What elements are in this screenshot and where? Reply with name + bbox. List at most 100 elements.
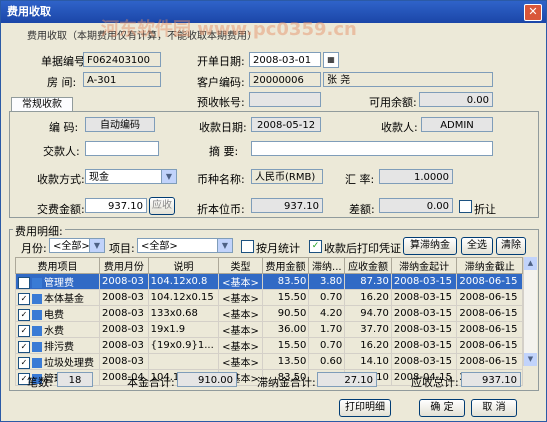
table-cell: 14.10 — [344, 353, 392, 370]
rate-label: 汇 率: — [345, 173, 375, 186]
open-date-picker[interactable]: 2008-03-01 — [249, 52, 321, 67]
memo-label: 摘 要: — [209, 145, 239, 158]
table-row[interactable]: ✓ 垃圾处理费 2008-03 <基本> 13.50 0.60 14.10 2008-03-1… — [14, 353, 523, 370]
table-cell: 0.60 — [308, 353, 346, 370]
table-cell: 19x1.9 — [147, 321, 220, 338]
table-cell: ✓ 垃圾处理费 — [14, 353, 101, 370]
table-cell: 16.20 — [344, 289, 392, 306]
prepay-label: 预收帐号: — [197, 96, 245, 109]
total-field: 937.10 — [461, 372, 521, 387]
table-cell: 2008-03 — [99, 289, 149, 306]
table-cell: 87.30 — [344, 273, 392, 290]
by-month-checkbox[interactable] — [241, 240, 254, 253]
print-after-checkbox[interactable]: ✓ — [309, 240, 322, 253]
select-all-button[interactable]: 全选 — [461, 237, 493, 255]
table-row[interactable]: ✓ 电费 2008-03 133x0.68 <基本> 90.50 4.20 94.70 2008… — [14, 305, 523, 322]
calc-late-fee-button[interactable]: 算滞纳金 — [403, 237, 457, 255]
balance-label: 可用余额: — [369, 96, 417, 109]
column-header[interactable]: 费用月份 — [99, 257, 149, 274]
recv-date-field: 2008-05-12 — [251, 117, 321, 132]
month-select[interactable]: <全部> ▼ — [49, 238, 105, 253]
column-header[interactable]: 滞纳金截止 — [456, 257, 523, 274]
item-label: 项目: — [109, 242, 135, 255]
clear-button[interactable]: 清除 — [496, 237, 526, 255]
table-cell: 83.50 — [261, 273, 310, 290]
row-checkbox[interactable]: ✓ — [18, 357, 30, 369]
column-header[interactable]: 费用项目 — [14, 257, 101, 274]
month-value: <全部> — [53, 241, 90, 252]
scroll-up-icon[interactable]: ▲ — [524, 257, 537, 270]
receiver-label: 收款人: — [381, 121, 418, 134]
client-name-field: 张 尧 — [323, 72, 493, 87]
memo-input[interactable] — [251, 141, 493, 156]
table-cell: 16.20 — [344, 337, 392, 354]
pay-amount-input[interactable]: 937.10 — [85, 198, 147, 213]
column-header[interactable]: 应收金额 — [344, 257, 392, 274]
item-select[interactable]: <全部> ▼ — [137, 238, 233, 253]
scroll-down-icon[interactable]: ▼ — [524, 353, 537, 366]
receivable-button[interactable]: 应收 — [149, 197, 175, 215]
fee-item-name: 水费 — [44, 326, 64, 337]
room-label: 房 间: — [47, 76, 77, 89]
column-header[interactable]: 费用金额 — [261, 257, 310, 274]
tab-normal-payment[interactable]: 常规收款 — [11, 97, 73, 112]
table-cell: 2008-03 — [99, 273, 149, 290]
month-label: 月份: — [21, 242, 47, 255]
ok-button[interactable]: 确 定 — [419, 399, 465, 417]
method-select[interactable]: 现金 ▼ — [85, 169, 177, 184]
table-cell: <基本> — [218, 321, 263, 338]
table-cell — [147, 353, 220, 370]
table-cell: <基本> — [218, 337, 263, 354]
payer-input[interactable] — [85, 141, 159, 156]
discount-checkbox[interactable] — [459, 200, 472, 213]
local-amount-field: 937.10 — [251, 198, 323, 213]
table-cell: 2008-03-15 — [390, 321, 458, 338]
table-cell: <基本> — [218, 353, 263, 370]
row-checkbox[interactable]: ✓ — [18, 325, 30, 337]
room-field: A-301 — [83, 72, 161, 87]
client-code-field: 20000006 — [249, 72, 321, 87]
total-label: 应收总计: — [411, 376, 459, 389]
fee-item-icon — [32, 342, 42, 352]
fee-item-name: 排污费 — [44, 342, 74, 353]
table-row[interactable]: ✓ 排污费 2008-03 {19x0.9}1... <基本> 15.50 0.70 16.2… — [14, 337, 523, 354]
bill-no-field: F062403100 — [83, 52, 161, 67]
column-header[interactable]: 滞纳... — [308, 257, 346, 274]
calendar-icon[interactable]: ▦ — [323, 52, 339, 68]
table-cell: 90.50 — [261, 305, 310, 322]
table-cell: 2008-03-15 — [390, 337, 458, 354]
table-row[interactable]: ✓ 水费 2008-03 19x1.9 <基本> 36.00 1.70 37.70 2008-0… — [14, 321, 523, 338]
recv-date-label: 收款日期: — [199, 121, 247, 134]
table-scrollbar[interactable]: ▲ ▼ — [523, 257, 537, 366]
row-checkbox[interactable]: ✓ — [18, 277, 30, 289]
cancel-button[interactable]: 取 消 — [471, 399, 517, 417]
table-cell: 2008-03 — [99, 353, 149, 370]
table-cell: ✓ 电费 — [14, 305, 101, 322]
table-cell: 2008-03 — [99, 305, 149, 322]
column-header[interactable]: 说明 — [147, 257, 220, 274]
close-icon[interactable]: ✕ — [524, 4, 542, 21]
row-checkbox[interactable]: ✓ — [18, 309, 30, 321]
column-header[interactable]: 滞纳金起计 — [390, 257, 458, 274]
row-checkbox[interactable]: ✓ — [18, 293, 30, 305]
fee-item-icon — [32, 294, 42, 304]
print-detail-button[interactable]: 打印明细 — [339, 399, 391, 417]
table-row[interactable]: ✓ 管理费 2008-03 104.12x0.8 <基本> 83.50 3.80 87.30 2… — [14, 273, 523, 290]
table-cell: 2008-03 — [99, 337, 149, 354]
fee-item-name: 管理费 — [44, 278, 74, 289]
row-checkbox[interactable]: ✓ — [18, 341, 30, 353]
fee-item-name: 本体基金 — [44, 294, 84, 305]
table-cell: 2008-06-15 — [456, 289, 523, 306]
client-code-label: 客户编码: — [197, 76, 245, 89]
table-cell: 2008-06-15 — [456, 321, 523, 338]
table-cell: 94.70 — [344, 305, 392, 322]
table-row[interactable]: ✓ 本体基金 2008-03 104.12x0.15 <基本> 15.50 0.70 16.2… — [14, 289, 523, 306]
diff-label: 差额: — [349, 203, 375, 216]
chevron-down-icon: ▼ — [161, 170, 176, 183]
column-header[interactable]: 类型 — [218, 257, 263, 274]
table-cell: 2008-06-15 — [456, 337, 523, 354]
count-field: 18 — [57, 372, 93, 387]
table-cell: <基本> — [218, 289, 263, 306]
table-cell: 15.50 — [261, 337, 310, 354]
payer-label: 交款人: — [43, 145, 80, 158]
